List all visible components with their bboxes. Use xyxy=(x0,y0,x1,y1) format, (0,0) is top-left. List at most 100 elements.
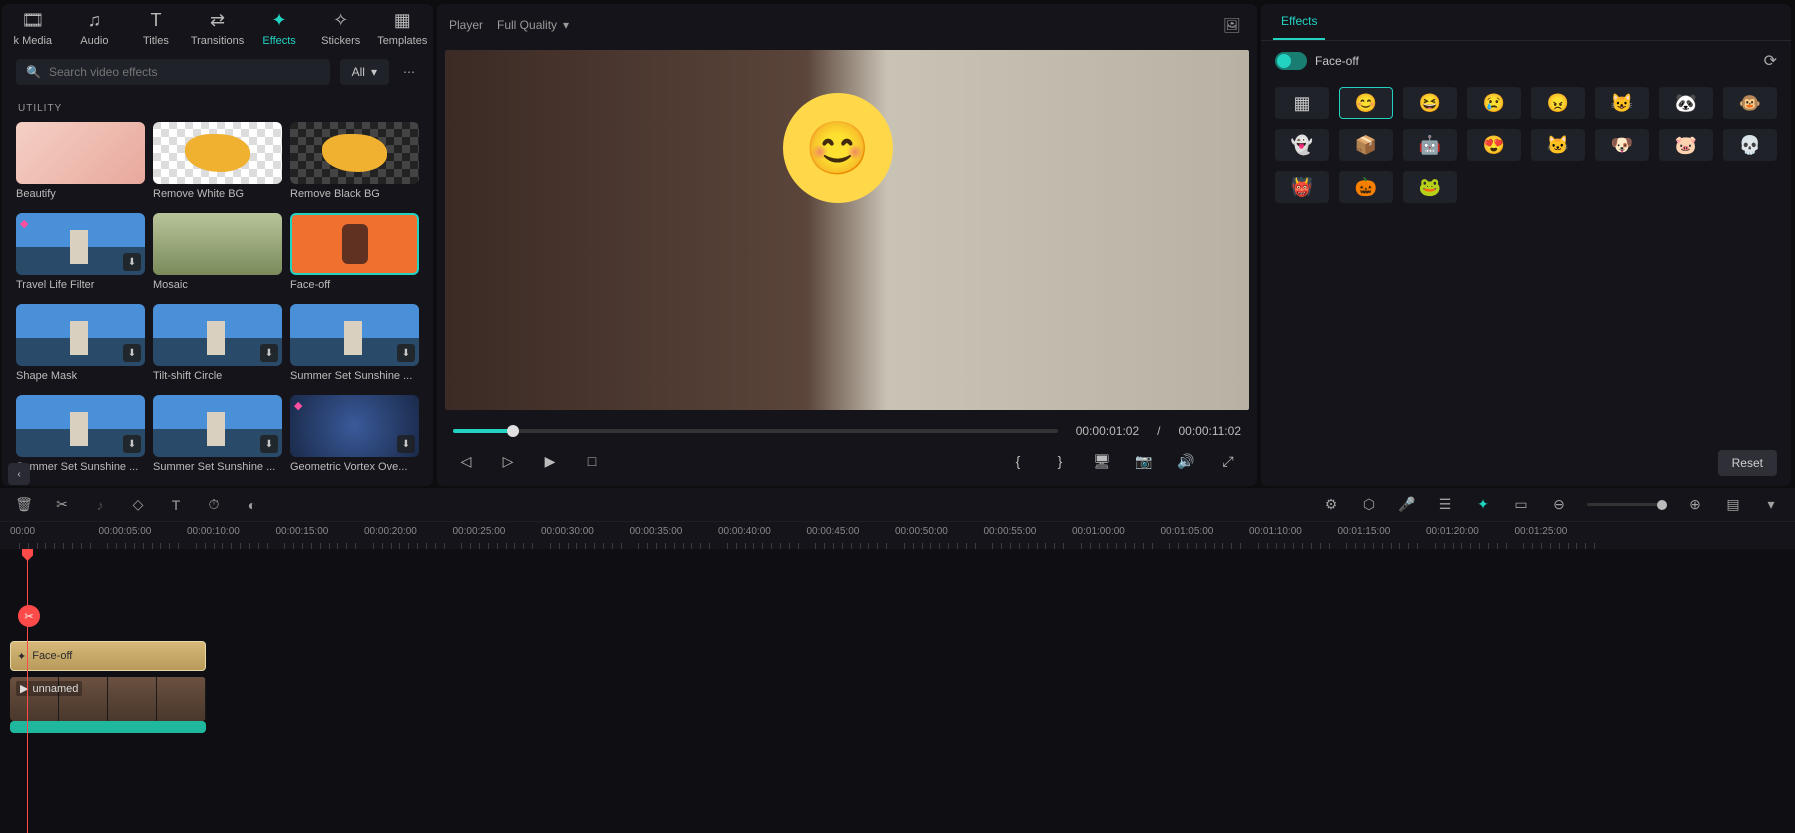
emoji-option[interactable]: 📦 xyxy=(1339,129,1393,161)
effect-thumb[interactable] xyxy=(153,213,282,275)
nav-tab-audio[interactable]: ♫Audio xyxy=(64,10,126,47)
effect-item[interactable]: ◆⬇Geometric Vortex Ove... xyxy=(290,395,419,476)
emoji-option[interactable]: ▦ xyxy=(1275,87,1329,119)
download-icon[interactable]: ⬇ xyxy=(397,435,415,453)
fullscreen-icon[interactable]: ⤢ xyxy=(1215,448,1241,474)
effect-thumb[interactable]: ⬇ xyxy=(16,304,145,366)
volume-icon[interactable]: 🔊 xyxy=(1173,448,1199,474)
nav-tab-effects[interactable]: ✦Effects xyxy=(248,10,310,47)
emoji-option[interactable]: 😢 xyxy=(1467,87,1521,119)
effect-item[interactable]: Remove White BG xyxy=(153,122,282,203)
emoji-option[interactable]: 🐱 xyxy=(1531,129,1585,161)
tab-effects[interactable]: Effects xyxy=(1273,4,1325,40)
emoji-option[interactable]: 🐸 xyxy=(1403,171,1457,203)
nav-tab-titles[interactable]: TTitles xyxy=(125,10,187,47)
effect-item[interactable]: Mosaic xyxy=(153,213,282,294)
emoji-option[interactable]: 🤖 xyxy=(1403,129,1457,161)
prev-frame-button[interactable]: ◁ xyxy=(453,448,479,474)
mark-out-button[interactable]: } xyxy=(1047,448,1073,474)
aspect-icon[interactable]: ▭ xyxy=(1511,496,1531,513)
text-icon[interactable]: T xyxy=(166,497,186,513)
zoom-slider[interactable] xyxy=(1587,503,1667,506)
effect-thumb[interactable]: ⬇ xyxy=(153,304,282,366)
dropdown-icon[interactable]: ▾ xyxy=(1761,496,1781,513)
audio-clip[interactable] xyxy=(10,721,206,733)
effect-thumb[interactable]: ◆⬇ xyxy=(16,213,145,275)
snapshot-icon[interactable]: 🖼 xyxy=(1219,12,1245,38)
marker-icon[interactable]: ⬡ xyxy=(1359,496,1379,513)
display-icon[interactable]: 🖥 xyxy=(1089,448,1115,474)
effect-item[interactable]: Beautify xyxy=(16,122,145,203)
reset-icon[interactable]: ⟳ xyxy=(1764,51,1777,71)
download-icon[interactable]: ⬇ xyxy=(260,435,278,453)
split-icon[interactable]: ✂ xyxy=(52,496,72,513)
mark-in-button[interactable]: { xyxy=(1005,448,1031,474)
mixer-icon[interactable]: ☰ xyxy=(1435,496,1455,513)
effect-thumb[interactable]: ⬇ xyxy=(153,395,282,457)
search-input[interactable]: 🔍 xyxy=(16,59,330,85)
effect-item[interactable]: ◆⬇Travel Life Filter xyxy=(16,213,145,294)
filter-dropdown[interactable]: All ▾ xyxy=(340,59,389,85)
emoji-option[interactable]: 👻 xyxy=(1275,129,1329,161)
video-preview[interactable]: 😊 xyxy=(445,50,1249,410)
video-clip[interactable]: ▶unnamed xyxy=(10,677,206,721)
download-icon[interactable]: ⬇ xyxy=(123,435,141,453)
download-icon[interactable]: ⬇ xyxy=(260,344,278,362)
emoji-option[interactable]: 🐵 xyxy=(1723,87,1777,119)
effect-item[interactable]: Face-off xyxy=(290,213,419,294)
stop-button[interactable]: □ xyxy=(579,448,605,474)
emoji-option[interactable]: 😊 xyxy=(1339,87,1393,119)
layout-icon[interactable]: ▤ xyxy=(1723,496,1743,513)
adjust-icon[interactable]: ⚙ xyxy=(1321,496,1341,513)
effect-item[interactable]: ⬇Summer Set Sunshine ... xyxy=(153,395,282,476)
camera-icon[interactable]: 📷 xyxy=(1131,448,1157,474)
download-icon[interactable]: ⬇ xyxy=(397,344,415,362)
effect-thumb[interactable] xyxy=(290,122,419,184)
next-frame-button[interactable]: ▷ xyxy=(495,448,521,474)
timeline-ruler[interactable]: 00:0000:00:05:0000:00:10:0000:00:15:0000… xyxy=(0,521,1795,549)
split-handle[interactable]: ✂ xyxy=(18,605,40,627)
nav-tab-transitions[interactable]: ⇄Transitions xyxy=(187,10,249,47)
mic-icon[interactable]: 🎤 xyxy=(1397,496,1417,513)
quality-dropdown[interactable]: Full Quality ▾ xyxy=(497,18,569,32)
search-field[interactable] xyxy=(49,65,320,79)
reset-button[interactable]: Reset xyxy=(1718,450,1777,476)
effect-thumb[interactable]: ⬇ xyxy=(16,395,145,457)
emoji-option[interactable]: 🎃 xyxy=(1339,171,1393,203)
emoji-option[interactable]: 💀 xyxy=(1723,129,1777,161)
effect-item[interactable]: ⬇Shape Mask xyxy=(16,304,145,385)
download-icon[interactable]: ⬇ xyxy=(123,253,141,271)
playhead[interactable] xyxy=(27,549,28,833)
effect-thumb[interactable]: ◆⬇ xyxy=(290,395,419,457)
effect-thumb[interactable]: ⬇ xyxy=(290,304,419,366)
render-icon[interactable]: ✦ xyxy=(1473,496,1493,513)
zoom-out-icon[interactable]: ⊖ xyxy=(1549,496,1569,513)
nav-tab-k-media[interactable]: 🎞k Media xyxy=(2,10,64,47)
speed-icon[interactable]: ⏱ xyxy=(204,496,224,513)
effect-item[interactable]: Remove Black BG xyxy=(290,122,419,203)
emoji-option[interactable]: 🐷 xyxy=(1659,129,1713,161)
emoji-option[interactable]: 👹 xyxy=(1275,171,1329,203)
effect-clip[interactable]: ✦ Face-off xyxy=(10,641,206,671)
crop-icon[interactable]: ◇ xyxy=(128,496,148,513)
more-button[interactable]: ⋯ xyxy=(399,65,419,79)
effect-thumb[interactable] xyxy=(290,213,419,275)
effect-thumb[interactable] xyxy=(153,122,282,184)
emoji-option[interactable]: 😠 xyxy=(1531,87,1585,119)
play-button[interactable]: ▶ xyxy=(537,448,563,474)
faceoff-toggle[interactable] xyxy=(1275,52,1307,70)
download-icon[interactable]: ⬇ xyxy=(123,344,141,362)
effect-item[interactable]: ⬇Summer Set Sunshine ... xyxy=(290,304,419,385)
color-icon[interactable]: ◐ xyxy=(242,497,262,513)
effect-item[interactable]: ⬇Summer Set Sunshine ... xyxy=(16,395,145,476)
delete-icon[interactable]: 🗑 xyxy=(14,496,34,513)
emoji-option[interactable]: 🐶 xyxy=(1595,129,1649,161)
nav-tab-templates[interactable]: ▦Templates xyxy=(371,10,433,47)
effect-item[interactable]: ⬇Tilt-shift Circle xyxy=(153,304,282,385)
emoji-option[interactable]: 😺 xyxy=(1595,87,1649,119)
nav-tab-stickers[interactable]: ✧Stickers xyxy=(310,10,372,47)
effect-thumb[interactable] xyxy=(16,122,145,184)
emoji-option[interactable]: 😍 xyxy=(1467,129,1521,161)
collapse-sidebar-button[interactable]: ‹ xyxy=(8,463,30,485)
scrub-bar[interactable] xyxy=(453,429,1058,433)
